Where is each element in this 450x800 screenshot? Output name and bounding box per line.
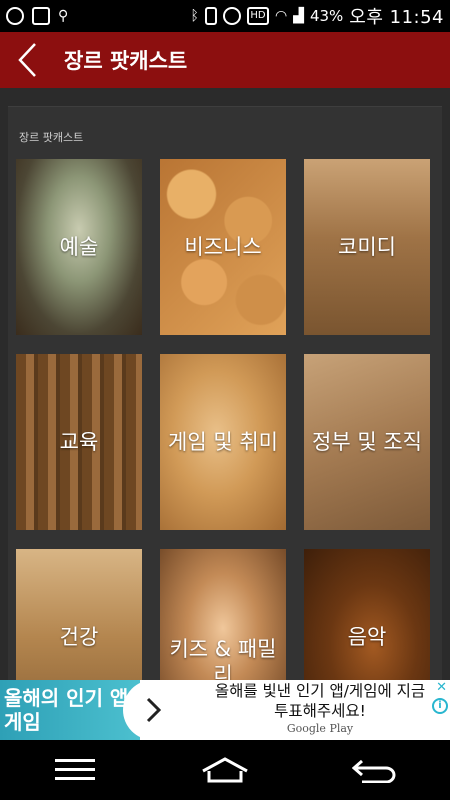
genre-panel: 장르 팟캐스트 예술 비즈니스 코미디 교육 게임 및 취미 정부 및 조직 건…	[8, 106, 442, 680]
back-button[interactable]	[0, 32, 56, 88]
clock: 오후 11:54	[349, 7, 444, 28]
plus-icon	[32, 7, 50, 25]
menu-icon	[55, 759, 95, 780]
genre-label: 비즈니스	[184, 235, 262, 259]
ad-arrow[interactable]	[123, 680, 206, 740]
wifi-icon: ◠	[274, 8, 288, 24]
ad-copy: 올해를 빛낸 인기 앱/게임에 지금 투표해주세요! Google Play	[210, 680, 430, 740]
battery-percent: 43%	[309, 7, 344, 25]
section-title: 장르 팟캐스트	[19, 131, 84, 144]
ad-close-icon[interactable]: ✕	[436, 680, 447, 695]
content-area: 장르 팟캐스트 예술 비즈니스 코미디 교육 게임 및 취미 정부 및 조직 건…	[0, 88, 450, 680]
genre-label: 게임 및 취미	[168, 430, 278, 454]
signal-icon: ▟	[293, 8, 304, 24]
chevron-left-icon	[18, 43, 36, 77]
genre-tile-music[interactable]: 음악	[304, 549, 430, 680]
vibrate-icon	[204, 7, 217, 25]
genre-label: 키즈 & 패밀리	[169, 637, 277, 680]
bluetooth-icon: ᛒ	[190, 8, 199, 24]
notification-g-icon	[6, 7, 24, 25]
page-title: 장르 팟캐스트	[64, 49, 188, 73]
genre-label: 교육	[59, 430, 99, 454]
status-left-icons: ⚲	[6, 7, 68, 25]
home-button[interactable]	[185, 745, 265, 795]
genre-tile-business[interactable]: 비즈니스	[160, 159, 286, 335]
genre-tile-health[interactable]: 건강	[16, 549, 142, 680]
genre-tile-government[interactable]: 정부 및 조직	[304, 354, 430, 530]
chevron-right-icon	[146, 697, 161, 723]
app-bar: 장르 팟캐스트	[0, 32, 450, 88]
ad-left-text: 올해의 인기 앱/게임	[0, 680, 140, 740]
ad-main-text: 올해를 빛낸 인기 앱/게임에 지금 투표해주세요!	[214, 682, 426, 720]
genre-tile-comedy[interactable]: 코미디	[304, 159, 430, 335]
menu-button[interactable]	[35, 745, 115, 795]
ad-arrow-circle	[123, 680, 183, 740]
alarm-icon	[222, 7, 241, 25]
ad-info-icon[interactable]: i	[432, 698, 448, 714]
genre-label: 정부 및 조직	[312, 430, 422, 454]
back-icon	[352, 759, 396, 783]
ad-banner[interactable]: 올해의 인기 앱/게임 올해를 빛낸 인기 앱/게임에 지금 투표해주세요! G…	[0, 680, 450, 740]
system-nav-bar	[0, 740, 450, 800]
genre-tile-education[interactable]: 교육	[16, 354, 142, 530]
hd-icon: HD	[246, 7, 269, 25]
genre-label: 건강	[59, 625, 99, 649]
back-nav-button[interactable]	[335, 745, 415, 795]
genre-label: 예술	[59, 235, 99, 259]
genre-tile-kids-family[interactable]: 키즈 & 패밀리	[160, 549, 286, 680]
ad-sub-text: Google Play	[286, 722, 354, 735]
status-bar: ⚲ ᛒ HD ◠ ▟ 43% 오후 11:54	[0, 0, 450, 32]
home-icon	[202, 757, 248, 783]
genre-label: 음악	[347, 625, 387, 649]
status-right-icons: ᛒ HD ◠ ▟ 43% 오후 11:54	[191, 3, 444, 29]
genre-tile-art[interactable]: 예술	[16, 159, 142, 335]
genre-label: 코미디	[338, 235, 396, 259]
genre-tile-games-hobbies[interactable]: 게임 및 취미	[160, 354, 286, 530]
usb-icon: ⚲	[58, 8, 69, 24]
